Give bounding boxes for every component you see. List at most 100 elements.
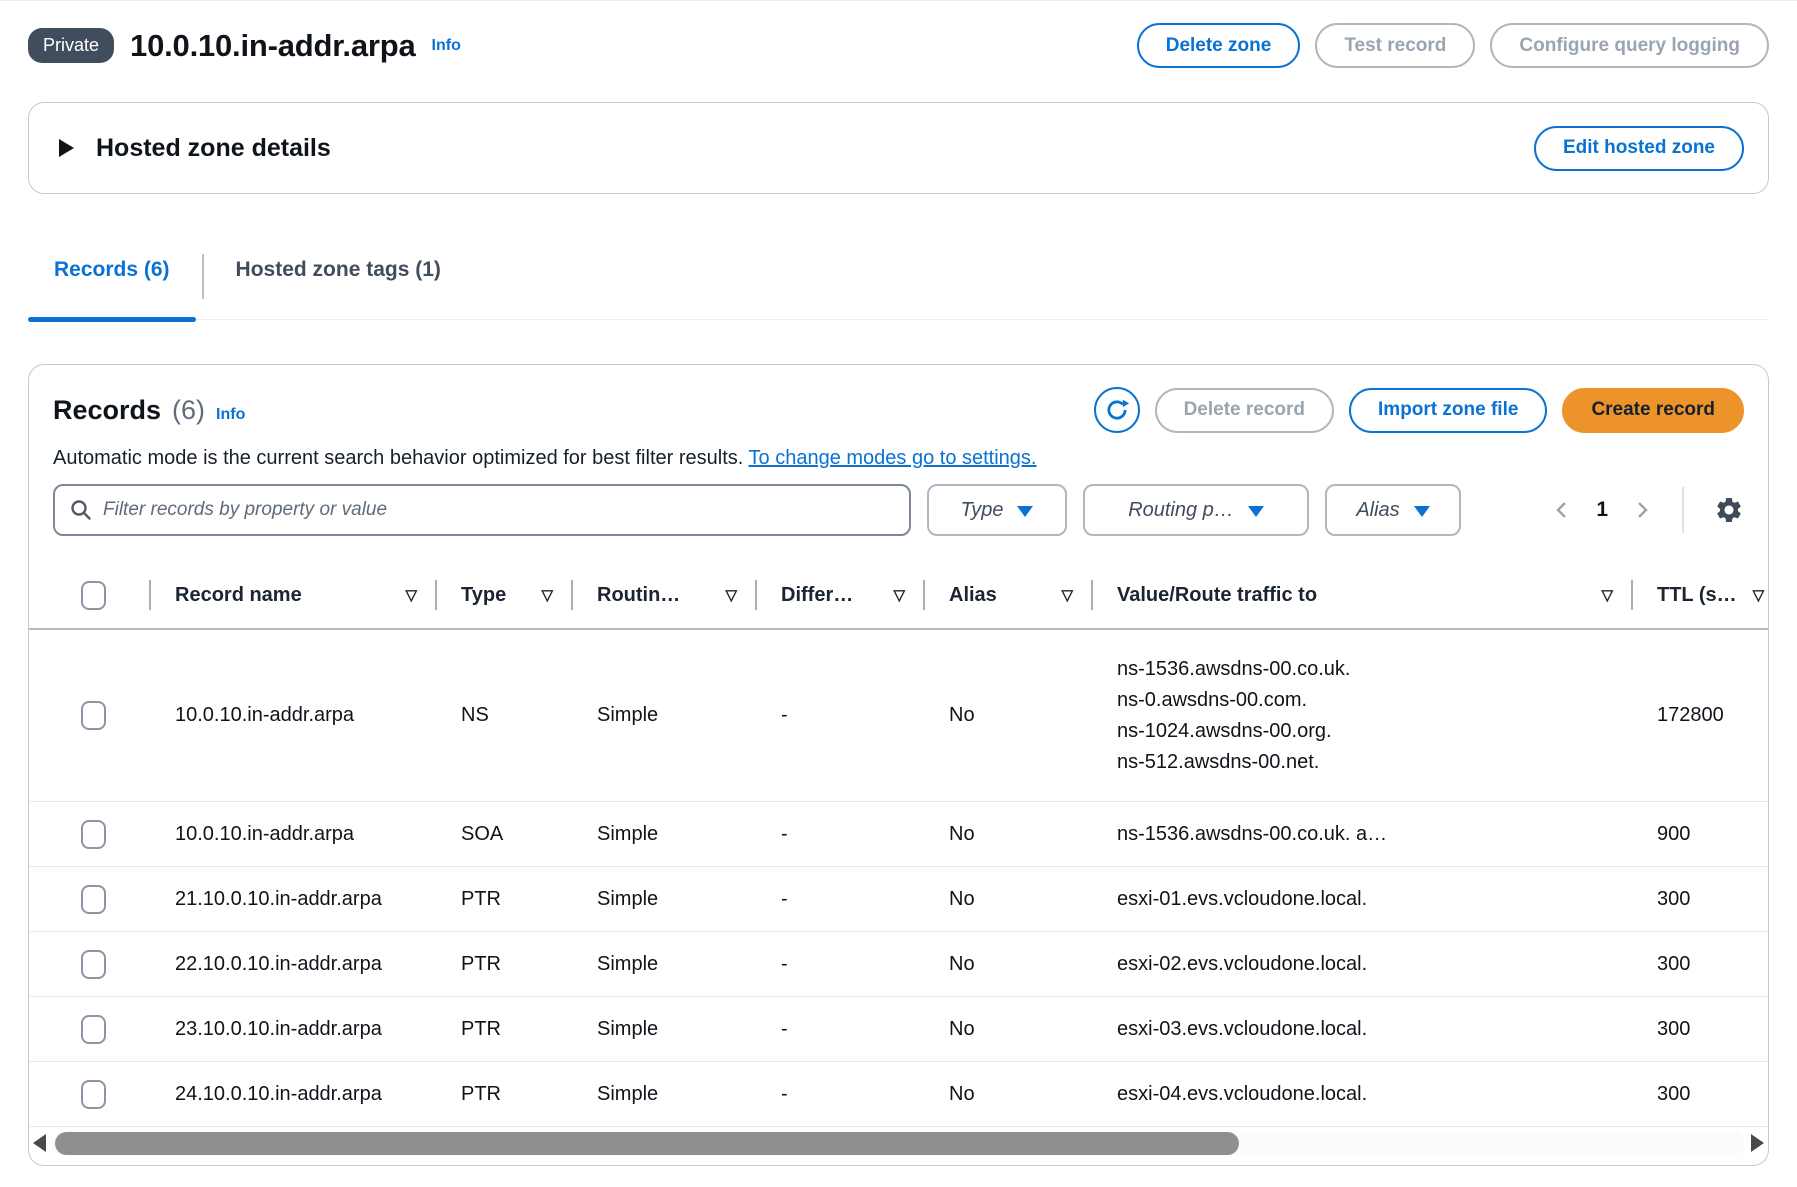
sort-icon: ▽ xyxy=(1061,586,1073,604)
row-checkbox[interactable] xyxy=(81,701,106,730)
scrollbar-track[interactable] xyxy=(53,1131,1744,1156)
cell-record-name: 10.0.10.in-addr.arpa xyxy=(151,823,437,846)
column-header-type[interactable]: Type ▽ xyxy=(437,562,573,628)
column-header-label: Alias xyxy=(949,584,997,607)
row-checkbox[interactable] xyxy=(81,1080,106,1109)
configure-query-logging-button[interactable]: Configure query logging xyxy=(1490,23,1769,68)
table-row: 10.0.10.in-addr.arpa SOA Simple - No ns-… xyxy=(29,802,1768,867)
delete-zone-button[interactable]: Delete zone xyxy=(1137,23,1301,68)
hosted-zone-details-title: Hosted zone details xyxy=(96,134,331,163)
cell-alias: No xyxy=(925,888,1093,911)
cell-routing: Simple xyxy=(573,953,757,976)
tab-records[interactable]: Records (6) xyxy=(28,252,196,319)
column-header-label: TTL (s… xyxy=(1657,584,1737,607)
route53-hosted-zone-page: Private 10.0.10.in-addr.arpa Info Delete… xyxy=(0,0,1797,1187)
edit-hosted-zone-button[interactable]: Edit hosted zone xyxy=(1534,126,1744,171)
row-checkbox[interactable] xyxy=(81,1015,106,1044)
column-header-record-name[interactable]: Record name ▽ xyxy=(151,562,437,628)
tab-bar: Records (6) Hosted zone tags (1) xyxy=(28,252,1769,320)
cell-routing: Simple xyxy=(573,1083,757,1106)
cell-type: PTR xyxy=(437,953,573,976)
cell-value: ns-1536.awsdns-00.co.uk. a… xyxy=(1093,823,1633,846)
tab-records-label: Records (6) xyxy=(54,258,170,282)
cell-differential: - xyxy=(757,953,925,976)
records-panel: Records (6) Info Delete record xyxy=(28,364,1769,1166)
sort-icon: ▽ xyxy=(405,586,417,604)
records-count: (6) xyxy=(172,395,205,426)
hosted-zone-details-card: Hosted zone details Edit hosted zone xyxy=(28,102,1769,194)
scroll-left-arrow-icon[interactable] xyxy=(33,1134,46,1152)
title-info-link[interactable]: Info xyxy=(432,37,461,55)
cell-alias: No xyxy=(925,1083,1093,1106)
next-page-button[interactable] xyxy=(1632,499,1652,521)
cell-alias: No xyxy=(925,823,1093,846)
horizontal-scrollbar[interactable] xyxy=(33,1129,1764,1157)
tab-divider xyxy=(202,254,204,299)
cell-routing: Simple xyxy=(573,704,757,727)
cell-ttl: 300 xyxy=(1633,1018,1768,1041)
cell-type: PTR xyxy=(437,888,573,911)
page-header: Private 10.0.10.in-addr.arpa Info Delete… xyxy=(28,23,1769,68)
cell-record-name: 10.0.10.in-addr.arpa xyxy=(151,704,437,727)
cell-differential: - xyxy=(757,704,925,727)
create-record-button[interactable]: Create record xyxy=(1562,388,1744,433)
column-header-label: Routin… xyxy=(597,584,680,607)
refresh-button[interactable] xyxy=(1094,387,1140,433)
row-checkbox[interactable] xyxy=(81,820,106,849)
previous-page-button[interactable] xyxy=(1552,499,1572,521)
sort-icon: ▽ xyxy=(893,586,905,604)
hosted-zone-details-toggle[interactable]: Hosted zone details xyxy=(59,134,331,163)
settings-gear-button[interactable] xyxy=(1714,495,1744,525)
sort-icon: ▽ xyxy=(1753,586,1765,604)
type-filter-dropdown[interactable]: Type xyxy=(927,484,1067,536)
column-header-alias[interactable]: Alias ▽ xyxy=(925,562,1093,628)
cell-routing: Simple xyxy=(573,823,757,846)
row-checkbox[interactable] xyxy=(81,885,106,914)
cell-routing: Simple xyxy=(573,888,757,911)
scroll-right-arrow-icon[interactable] xyxy=(1751,1134,1764,1152)
routing-policy-filter-dropdown[interactable]: Routing p… xyxy=(1083,484,1309,536)
refresh-icon xyxy=(1104,397,1130,423)
change-modes-link[interactable]: To change modes go to settings. xyxy=(749,447,1037,469)
cell-alias: No xyxy=(925,953,1093,976)
column-header-differential[interactable]: Differ… ▽ xyxy=(757,562,925,628)
column-header-value[interactable]: Value/Route traffic to ▽ xyxy=(1093,562,1633,628)
sort-icon: ▽ xyxy=(725,586,737,604)
tab-hosted-zone-tags[interactable]: Hosted zone tags (1) xyxy=(210,252,467,319)
filter-records-searchbox[interactable] xyxy=(53,484,911,536)
test-record-button[interactable]: Test record xyxy=(1315,23,1475,68)
gear-icon xyxy=(1714,495,1744,525)
records-info-link[interactable]: Info xyxy=(216,406,245,424)
table-row: 21.10.0.10.in-addr.arpa PTR Simple - No … xyxy=(29,867,1768,932)
cell-record-name: 21.10.0.10.in-addr.arpa xyxy=(151,888,437,911)
row-checkbox[interactable] xyxy=(81,950,106,979)
column-header-label: Differ… xyxy=(781,584,853,607)
cell-ttl: 900 xyxy=(1633,823,1768,846)
cell-type: NS xyxy=(437,704,573,727)
cell-differential: - xyxy=(757,823,925,846)
value-line: ns-1536.awsdns-00.co.uk. xyxy=(1117,654,1613,685)
cell-value: esxi-01.evs.vcloudone.local. xyxy=(1093,888,1633,911)
scrollbar-thumb[interactable] xyxy=(55,1132,1239,1155)
table-row: 24.10.0.10.in-addr.arpa PTR Simple - No … xyxy=(29,1062,1768,1127)
column-header-select xyxy=(29,562,151,628)
sort-icon: ▽ xyxy=(541,586,553,604)
value-line: ns-0.awsdns-00.com. xyxy=(1117,685,1613,716)
cell-type: PTR xyxy=(437,1083,573,1106)
cell-value: ns-1536.awsdns-00.co.uk. ns-0.awsdns-00.… xyxy=(1093,654,1633,778)
search-mode-description: Automatic mode is the current search beh… xyxy=(53,447,743,469)
select-all-checkbox[interactable] xyxy=(81,581,106,610)
column-header-ttl[interactable]: TTL (s… ▽ xyxy=(1633,562,1768,628)
filter-records-input[interactable] xyxy=(103,499,895,521)
alias-filter-dropdown[interactable]: Alias xyxy=(1325,484,1461,536)
alias-filter-label: Alias xyxy=(1356,499,1399,522)
cell-ttl: 300 xyxy=(1633,1083,1768,1106)
delete-record-button[interactable]: Delete record xyxy=(1155,388,1334,433)
chevron-down-icon xyxy=(1414,506,1430,517)
expand-triangle-icon xyxy=(59,139,74,157)
column-header-routing[interactable]: Routin… ▽ xyxy=(573,562,757,628)
import-zone-file-button[interactable]: Import zone file xyxy=(1349,388,1547,433)
page-number[interactable]: 1 xyxy=(1596,498,1608,522)
table-row: 10.0.10.in-addr.arpa NS Simple - No ns-1… xyxy=(29,630,1768,802)
table-row: 22.10.0.10.in-addr.arpa PTR Simple - No … xyxy=(29,932,1768,997)
